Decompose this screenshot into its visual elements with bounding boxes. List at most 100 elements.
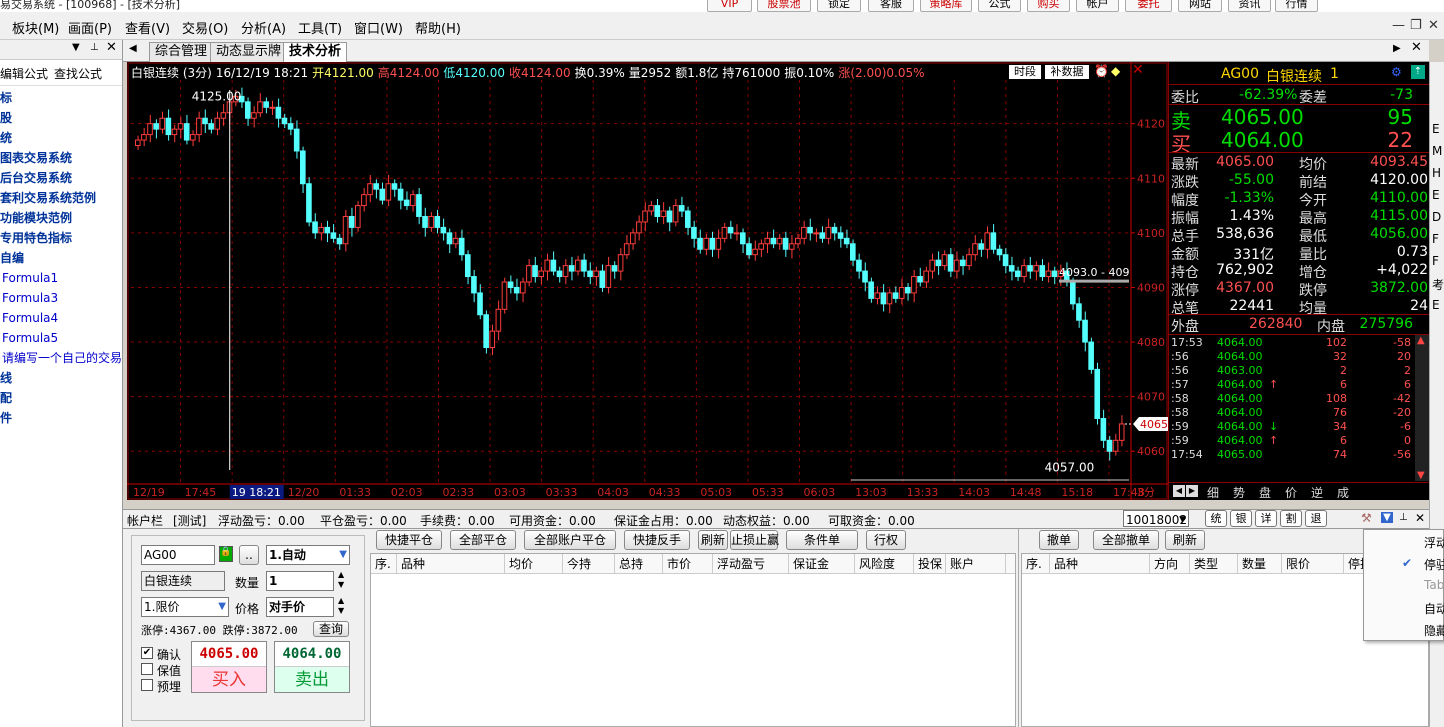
quote-tab[interactable]: 势 (1233, 484, 1245, 501)
order-column-header[interactable]: 品种 (1050, 554, 1150, 574)
order-button[interactable]: 撤单 (1039, 530, 1079, 550)
tree-item[interactable]: 件 (0, 408, 122, 428)
position-column-header[interactable]: 今持 (563, 554, 615, 574)
tree-item[interactable]: 图表交易系统 (0, 148, 122, 168)
tab-dynamic-board[interactable]: 动态显示牌 (210, 42, 288, 62)
position-button[interactable]: 条件单 (786, 530, 858, 550)
position-column-header[interactable]: 浮动盈亏 (713, 554, 789, 574)
tree-item[interactable]: Formula4 (0, 308, 122, 328)
price-type-select[interactable]: 1.限价 ▼ (141, 597, 229, 617)
order-button[interactable]: 全部撤单 (1093, 530, 1159, 550)
right-strip-item[interactable]: F (1432, 232, 1439, 246)
browse-button[interactable]: .. (239, 545, 259, 565)
tree-item[interactable]: 股 (0, 108, 122, 128)
top-button-10[interactable]: 资讯 (1228, 0, 1271, 12)
top-button-2[interactable]: 锁定 (817, 0, 861, 12)
tree-item[interactable]: Formula3 (0, 288, 122, 308)
quote-tab[interactable]: 价 (1285, 484, 1297, 501)
minimize-icon[interactable]: — (1392, 18, 1405, 33)
expand-icon[interactable]: ⇡ (1411, 65, 1425, 79)
next-icon[interactable]: ▶ (1186, 485, 1198, 497)
position-column-header[interactable]: 总持 (615, 554, 663, 574)
tree-item[interactable]: 统 (0, 128, 122, 148)
kline-chart[interactable]: 白银连续 (3分) 16/12/19 18:21 开4121.00 高4124.00 低… (127, 62, 1168, 500)
tree-item[interactable]: 套利交易系统范例 (0, 188, 122, 208)
context-menu-item[interactable]: 浮动(F) (1424, 534, 1444, 551)
qty-input[interactable]: 1 (266, 571, 334, 591)
pin-icon[interactable]: ⊥ (1399, 512, 1408, 523)
right-strip-item[interactable]: M (1432, 144, 1442, 158)
tree-item[interactable]: 配 (0, 388, 122, 408)
menu-item-1[interactable]: 画面(P) (68, 18, 112, 37)
position-button[interactable]: 行权 (866, 530, 906, 550)
tree-item[interactable]: Formula5 (0, 328, 122, 348)
prev-icon[interactable]: ◀ (1173, 485, 1185, 497)
position-button[interactable]: 止损止赢 (730, 530, 779, 550)
tab-scroll-right-icon[interactable]: ▶ (1393, 43, 1401, 54)
tree-item[interactable]: 功能模块范例 (0, 208, 122, 228)
quote-tab[interactable]: 细 (1207, 484, 1219, 501)
tab-find-formula[interactable]: 查找公式 (54, 65, 102, 82)
position-button[interactable]: 快捷平仓 (376, 530, 442, 550)
tree-item[interactable]: 标 (0, 88, 122, 108)
top-button-7[interactable]: 帐户 (1076, 0, 1119, 12)
order-mode-select[interactable]: 1.自动 ▼ (266, 545, 350, 565)
right-strip-item[interactable]: H (1432, 166, 1441, 180)
order-column-header[interactable]: 数量 (1238, 554, 1282, 574)
top-button-5[interactable]: 公式 (978, 0, 1021, 12)
top-button-3[interactable]: 客服 (868, 0, 914, 12)
lock-icon[interactable]: 🔒 (219, 546, 233, 562)
account-button[interactable]: 详 (1255, 510, 1277, 527)
right-strip-item[interactable]: D (1432, 210, 1441, 224)
menu-item-7[interactable]: 帮助(H) (415, 18, 461, 37)
top-button-6[interactable]: 购买 (1027, 0, 1070, 12)
right-strip-item[interactable]: 考 (1432, 276, 1444, 293)
account-button[interactable]: 退 (1305, 510, 1327, 527)
tools-icon[interactable]: ⚒ (1361, 511, 1372, 525)
tab-overview[interactable]: 综合管理 (149, 42, 214, 62)
order-column-header[interactable]: 类型 (1190, 554, 1238, 574)
position-column-header[interactable]: 投保 (914, 554, 946, 574)
top-button-8[interactable]: 委托 (1125, 0, 1172, 12)
quote-tab[interactable]: 盘 (1259, 484, 1271, 501)
tree-item[interactable]: 自编 (0, 248, 122, 268)
tab-scroll-left-icon[interactable]: ◀ (129, 43, 137, 54)
price-input[interactable]: 对手价 (266, 597, 334, 617)
top-button-4[interactable]: 策略库 (920, 0, 972, 12)
tick-scrollbar[interactable]: ▲ ▼ (1415, 335, 1429, 481)
quote-tab[interactable]: 成 (1337, 484, 1349, 501)
order-button[interactable]: 刷新 (1165, 530, 1205, 550)
checkbox[interactable] (141, 663, 153, 675)
account-select[interactable]: 10018002 ▼ (1123, 510, 1189, 527)
query-button[interactable]: 查询 (313, 621, 349, 637)
position-button[interactable]: 全部账户平仓 (524, 530, 616, 550)
order-column-header[interactable]: 限价 (1282, 554, 1344, 574)
context-menu-item[interactable]: 停驻(D) (1424, 556, 1444, 573)
sell-button[interactable]: 4064.00 卖出 (274, 641, 350, 693)
pin-icon[interactable]: ⊥ (90, 42, 99, 53)
tree-item[interactable]: 线 (0, 368, 122, 388)
menu-item-3[interactable]: 交易(O) (182, 18, 228, 37)
position-button[interactable]: 快捷反手 (624, 530, 690, 550)
symbol-input[interactable]: AG00 (141, 545, 215, 565)
order-column-header[interactable]: 序. (1022, 554, 1050, 574)
right-strip-item[interactable]: F (1432, 254, 1439, 268)
dock-menu-icon[interactable]: ▼ (1381, 512, 1393, 523)
top-button-1[interactable]: 股票池 (757, 0, 811, 12)
account-button[interactable]: 割 (1280, 510, 1302, 527)
context-menu-item[interactable]: 隐藏(H) (1424, 622, 1444, 639)
menu-item-5[interactable]: 工具(T) (298, 18, 342, 37)
order-column-header[interactable]: 方向 (1150, 554, 1190, 574)
close-icon[interactable]: ✕ (1428, 18, 1439, 33)
settings-icon[interactable]: ⚙ (1391, 65, 1402, 79)
right-strip-item[interactable]: E (1432, 188, 1440, 202)
buy-button[interactable]: 4065.00 买入 (191, 641, 267, 693)
scroll-up-icon[interactable]: ▲ (1417, 335, 1425, 346)
position-column-header[interactable]: 保证金 (789, 554, 855, 574)
position-column-header[interactable]: 序. (371, 554, 397, 574)
right-strip-item[interactable]: E (1432, 298, 1440, 312)
tree-item[interactable]: 请编写一个自己的交易 (0, 348, 122, 368)
tree-item[interactable]: Formula1 (0, 268, 122, 288)
tab-edit-formula[interactable]: 编辑公式 (0, 65, 48, 82)
tree-item[interactable]: 后台交易系统 (0, 168, 122, 188)
